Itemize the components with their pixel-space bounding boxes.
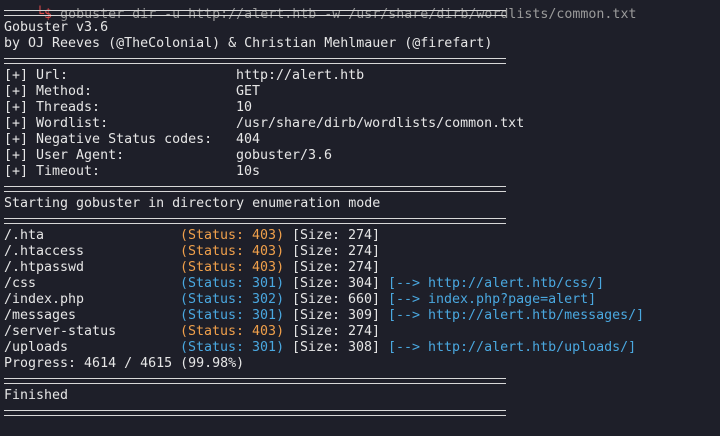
banner-title: Gobuster v3.6 — [4, 20, 109, 35]
command-line: └$ gobuster dir -u http://alert.htb -w /… — [4, 0, 636, 22]
result-size: [Size: 274] — [292, 244, 381, 259]
config-row-method: [+] Method: GET — [4, 84, 704, 100]
config-value: /usr/share/dirb/wordlists/common.txt — [236, 116, 525, 131]
result-status: (Status: 403) — [180, 260, 285, 275]
separator — [4, 378, 506, 384]
result-size: [Size: 309] — [292, 308, 381, 323]
result-path: /uploads — [4, 340, 69, 355]
separator — [4, 10, 506, 16]
result-row: /uploads (Status: 301) [Size: 308] [--> … — [4, 340, 716, 356]
result-size: [Size: 274] — [292, 260, 381, 275]
result-row: /css (Status: 301) [Size: 304] [--> http… — [4, 276, 716, 292]
config-key: [+] Timeout: — [4, 164, 101, 179]
result-path: /.htaccess — [4, 244, 85, 259]
config-row-timeout: [+] Timeout: 10s — [4, 164, 704, 180]
result-redirect: [--> http://alert.htb/uploads/] — [388, 340, 637, 355]
config-value: http://alert.htb — [236, 68, 365, 83]
separator — [4, 58, 506, 64]
result-path: /.htpasswd — [4, 260, 85, 275]
result-row: /.htpasswd (Status: 403) [Size: 274] — [4, 260, 716, 276]
result-status: (Status: 403) — [180, 228, 285, 243]
result-row: /.htaccess (Status: 403) [Size: 274] — [4, 244, 716, 260]
terminal-output: └$ gobuster dir -u http://alert.htb -w /… — [4, 0, 716, 421]
result-size: [Size: 308] — [292, 340, 381, 355]
banner-authors: by OJ Reeves (@TheColonial) & Christian … — [4, 36, 493, 51]
config-row-threads: [+] Threads: 10 — [4, 100, 704, 116]
finished-message: Finished — [4, 388, 69, 403]
result-row: /.hta (Status: 403) [Size: 274] — [4, 228, 716, 244]
result-size: [Size: 660] — [292, 292, 381, 307]
config-row-url: [+] Url: http://alert.htb — [4, 68, 704, 84]
config-value: 404 — [236, 132, 261, 147]
result-redirect: [--> http://alert.htb/css/] — [388, 276, 605, 291]
config-key: [+] Threads: — [4, 100, 101, 115]
progress-line: Progress: 4614 / 4615 (99.98%) — [4, 356, 245, 371]
config-key: [+] Negative Status codes: — [4, 132, 213, 147]
result-status: (Status: 301) — [180, 340, 285, 355]
result-row: /index.php (Status: 302) [Size: 660] [--… — [4, 292, 716, 308]
config-value: 10s — [236, 164, 261, 179]
config-row-user-agent: [+] User Agent: gobuster/3.6 — [4, 148, 704, 164]
config-row-wordlist: [+] Wordlist: /usr/share/dirb/wordlists/… — [4, 116, 704, 132]
result-redirect: [--> http://alert.htb/messages/] — [388, 308, 645, 323]
separator — [4, 218, 506, 224]
separator — [4, 186, 506, 192]
config-key: [+] Url: — [4, 68, 69, 83]
config-key: [+] Method: — [4, 84, 93, 99]
result-path: /.hta — [4, 228, 45, 243]
config-value: GET — [236, 84, 261, 99]
result-status: (Status: 301) — [180, 308, 285, 323]
result-path: /css — [4, 276, 37, 291]
result-path: /index.php — [4, 292, 85, 307]
result-status: (Status: 403) — [180, 244, 285, 259]
result-path: /server-status — [4, 324, 117, 339]
result-redirect: [--> index.php?page=alert] — [388, 292, 597, 307]
result-size: [Size: 304] — [292, 276, 381, 291]
config-key: [+] Wordlist: — [4, 116, 109, 131]
config-key: [+] User Agent: — [4, 148, 125, 163]
result-size: [Size: 274] — [292, 228, 381, 243]
result-row: /server-status (Status: 403) [Size: 274] — [4, 324, 716, 340]
start-message: Starting gobuster in directory enumerati… — [4, 196, 381, 211]
config-value: gobuster/3.6 — [236, 148, 333, 163]
config-row-negative-status: [+] Negative Status codes: 404 — [4, 132, 704, 148]
result-size: [Size: 274] — [292, 324, 381, 339]
result-status: (Status: 403) — [180, 324, 285, 339]
separator — [4, 410, 506, 416]
result-row: /messages (Status: 301) [Size: 309] [-->… — [4, 308, 716, 324]
result-status: (Status: 302) — [180, 292, 285, 307]
result-status: (Status: 301) — [180, 276, 285, 291]
result-path: /messages — [4, 308, 77, 323]
config-value: 10 — [236, 100, 253, 115]
